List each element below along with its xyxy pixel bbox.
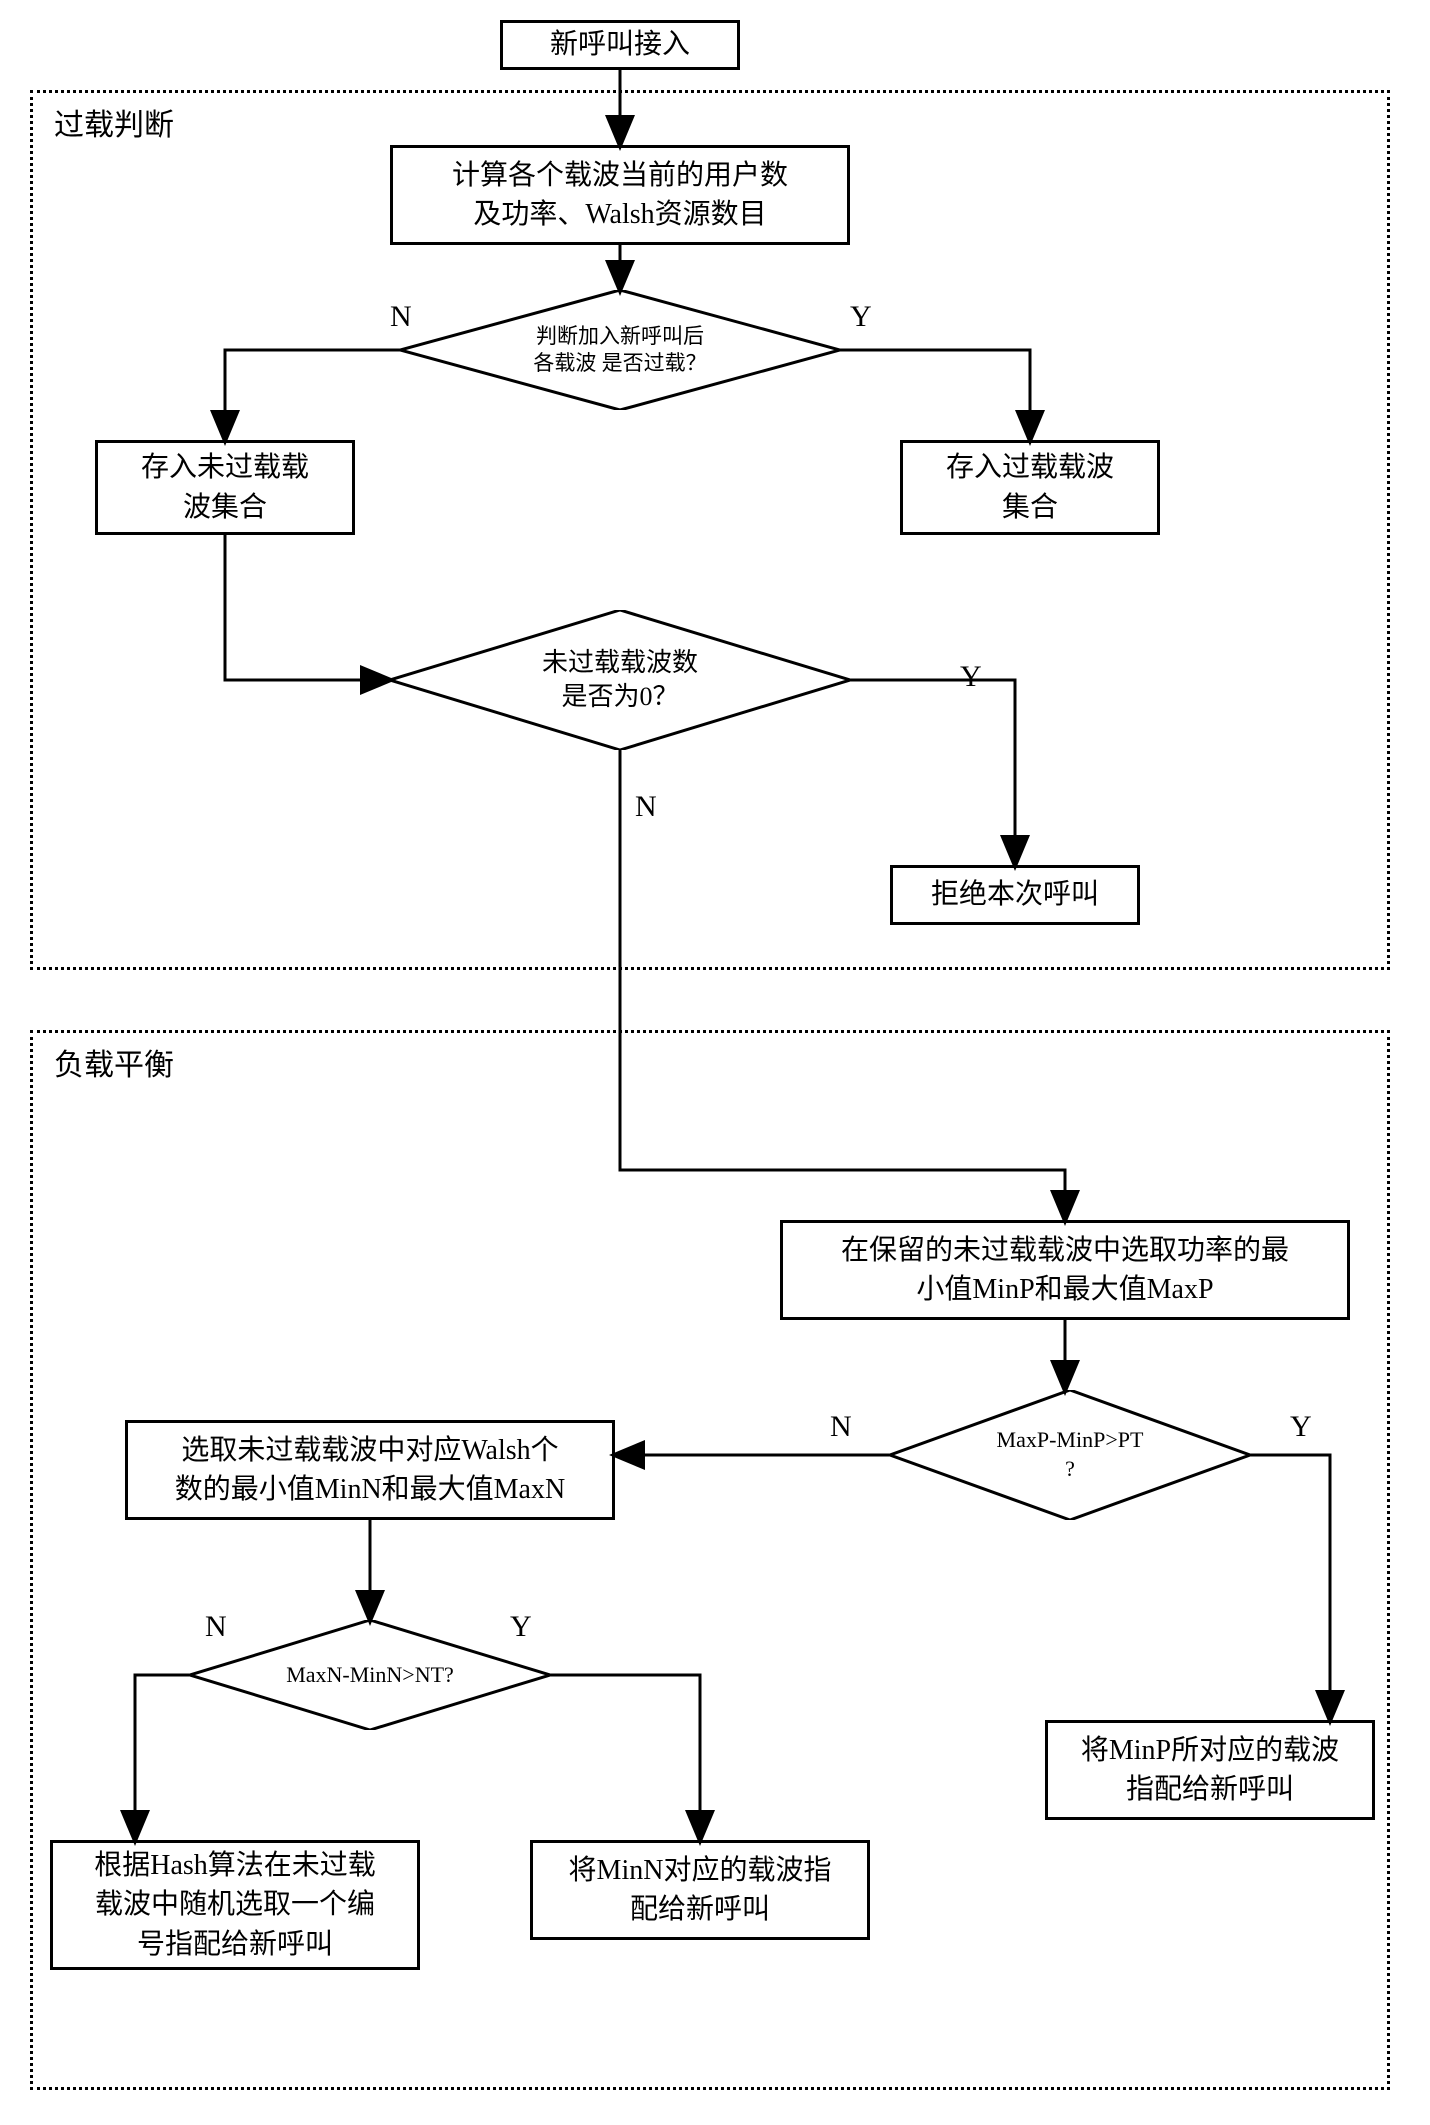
start-box: 新呼叫接入 (500, 20, 740, 70)
n-label-4: N (205, 1610, 227, 1644)
select-power-box: 在保留的未过载载波中选取功率的最 小值MinP和最大值MaxP (780, 1220, 1350, 1320)
y-label-2: Y (960, 660, 982, 694)
store-not-overload-box: 存入未过载载 波集合 (95, 440, 355, 535)
dec-walsh-text: MaxN-MinN>NT? (286, 1661, 454, 1690)
select-walsh-box: 选取未过载载波中对应Walsh个 数的最小值MinN和最大值MaxN (125, 1420, 615, 1520)
y-label-1: Y (850, 300, 872, 334)
assign-minp-text: 将MinP所对应的载波 指配给新呼叫 (1081, 1731, 1339, 1809)
dec-zero-text: 未过载载波数 是否为0？ (542, 646, 698, 714)
select-power-text: 在保留的未过载载波中选取功率的最 小值MinP和最大值MaxP (841, 1231, 1289, 1309)
reject-text: 拒绝本次呼叫 (931, 875, 1099, 914)
calc-box: 计算各个载波当前的用户数 及功率、Walsh资源数目 (390, 145, 850, 245)
y-label-4: Y (510, 1610, 532, 1644)
calc-text: 计算各个载波当前的用户数 及功率、Walsh资源数目 (452, 156, 788, 234)
select-walsh-text: 选取未过载载波中对应Walsh个 数的最小值MinN和最大值MaxN (175, 1431, 565, 1509)
n-label-1: N (390, 300, 412, 334)
assign-minp-box: 将MinP所对应的载波 指配给新呼叫 (1045, 1720, 1375, 1820)
hash-box: 根据Hash算法在未过载 载波中随机选取一个编 号指配给新呼叫 (50, 1840, 420, 1970)
dec-walsh: MaxN-MinN>NT? (190, 1620, 550, 1730)
assign-minn-box: 将MinN对应的载波指 配给新呼叫 (530, 1840, 870, 1940)
group2-label: 负载平衡 (50, 1040, 178, 1084)
n-label-2: N (635, 790, 657, 824)
start-text: 新呼叫接入 (550, 25, 690, 64)
dec-overload-text: 判断加入新呼叫后 各载波 是否过载？ (533, 323, 706, 378)
store-overload-text: 存入过载载波 集合 (946, 448, 1114, 526)
group1-label: 过载判断 (50, 100, 178, 144)
hash-text: 根据Hash算法在未过载 载波中随机选取一个编 号指配给新呼叫 (94, 1846, 376, 1964)
assign-minn-text: 将MinN对应的载波指 配给新呼叫 (569, 1851, 832, 1929)
n-label-3: N (830, 1410, 852, 1444)
store-overload-box: 存入过载载波 集合 (900, 440, 1160, 535)
dec-power-text: MaxP-MinP>PT ? (997, 1426, 1144, 1483)
y-label-3: Y (1290, 1410, 1312, 1444)
dec-overload: 判断加入新呼叫后 各载波 是否过载？ (400, 290, 840, 410)
reject-box: 拒绝本次呼叫 (890, 865, 1140, 925)
store-not-overload-text: 存入未过载载 波集合 (141, 448, 309, 526)
dec-zero: 未过载载波数 是否为0？ (390, 610, 850, 750)
dec-power: MaxP-MinP>PT ? (890, 1390, 1250, 1520)
